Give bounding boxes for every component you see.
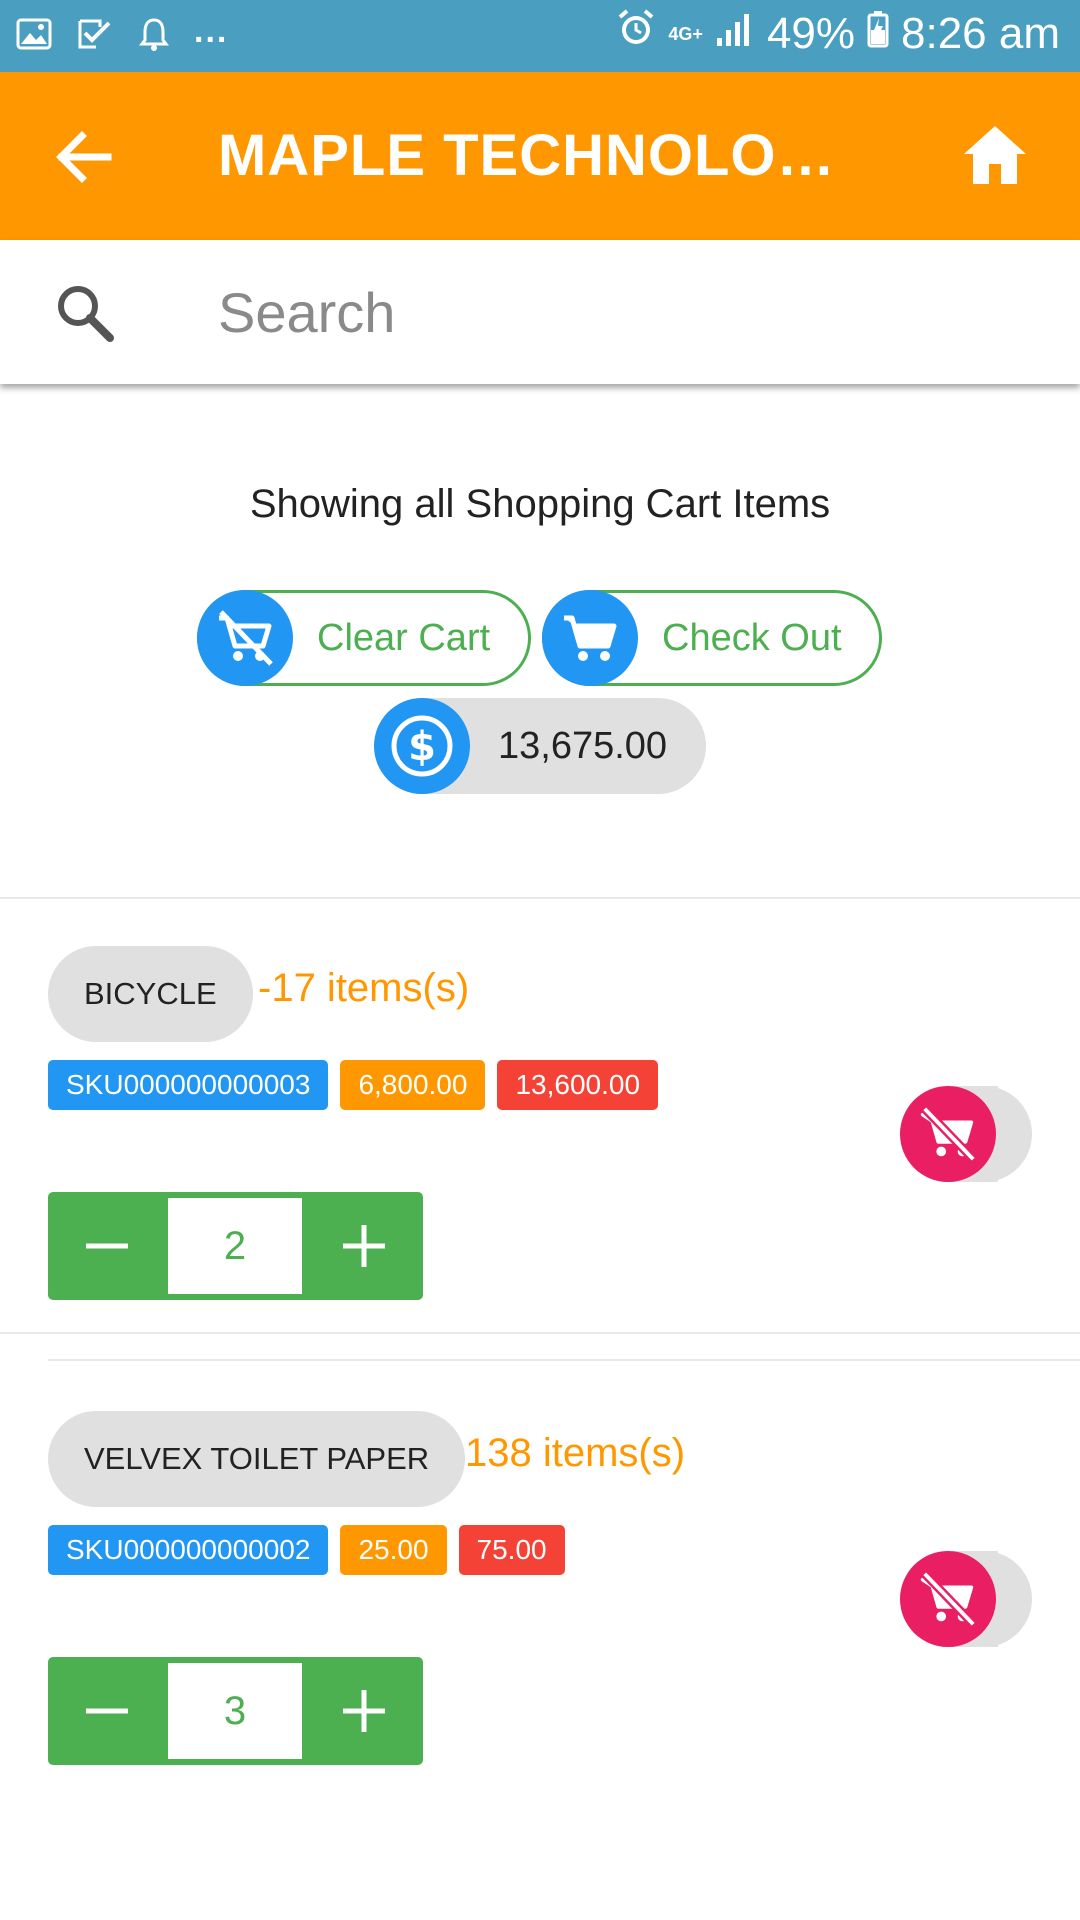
dollar-icon: $ — [374, 698, 470, 794]
check-icon — [74, 14, 114, 54]
svg-text:$: $ — [408, 724, 436, 770]
status-right: 4G+ 49% 8:26 am — [616, 8, 1060, 59]
remove-cart-icon — [900, 1551, 996, 1647]
alarm-icon — [616, 8, 656, 59]
signal-icon — [715, 9, 755, 59]
increment-button[interactable] — [305, 1657, 423, 1765]
remove-item-toggle[interactable] — [900, 1551, 1032, 1647]
network-type: 4G+ — [668, 23, 703, 44]
price-badge: 6,800.00 — [340, 1060, 486, 1110]
clear-cart-button[interactable]: Clear Cart — [197, 590, 531, 686]
quantity-value[interactable]: 3 — [168, 1663, 302, 1759]
clear-cart-label: Clear Cart — [317, 616, 491, 659]
page-title: MAPLE TECHNOLOGIES — [218, 123, 838, 188]
line-total-badge: 13,600.00 — [497, 1060, 659, 1110]
remove-item-toggle[interactable] — [900, 1086, 1032, 1182]
more-notifications: ... — [194, 11, 229, 50]
item-name-chip[interactable]: BICYCLE — [48, 946, 253, 1042]
divider — [0, 1332, 1080, 1334]
sku-badge: SKU000000000003 — [48, 1060, 329, 1110]
item-badges: SKU000000000003 6,800.00 13,600.00 — [48, 1060, 659, 1110]
cart-icon — [542, 590, 638, 686]
search-input[interactable] — [218, 270, 1038, 354]
battery-level: 49% — [766, 8, 856, 58]
check-out-label: Check Out — [662, 616, 842, 659]
search-bar — [0, 240, 1080, 384]
remove-cart-icon — [900, 1086, 996, 1182]
bell-icon — [134, 14, 174, 54]
increment-button[interactable] — [305, 1192, 423, 1300]
quantity-stepper: 2 — [48, 1192, 423, 1300]
line-total-badge: 75.00 — [458, 1525, 565, 1575]
status-bar: ... 4G+ 49% 8:26 am — [0, 0, 1080, 72]
cart-total-chip: $ 13,675.00 — [374, 698, 706, 794]
clock: 8:26 am — [901, 8, 1060, 58]
home-icon[interactable] — [958, 118, 1032, 192]
cart-item: BICYCLE -17 items(s) SKU000000000003 6,8… — [0, 946, 1080, 1326]
app-bar: MAPLE TECHNOLOGIES — [0, 72, 1080, 240]
decrement-button[interactable] — [48, 1657, 166, 1765]
item-count: -17 items(s) — [258, 966, 470, 1010]
price-badge: 25.00 — [340, 1525, 447, 1575]
cart-total-value: 13,675.00 — [498, 724, 668, 767]
cart-heading: Showing all Shopping Cart Items — [249, 482, 831, 526]
check-out-button[interactable]: Check Out — [542, 590, 882, 686]
decrement-button[interactable] — [48, 1192, 166, 1300]
quantity-stepper: 3 — [48, 1657, 423, 1765]
search-icon — [52, 280, 118, 346]
cart-item: VELVEX TOILET PAPER 138 items(s) SKU0000… — [0, 1411, 1080, 1791]
battery-icon — [867, 9, 889, 59]
image-icon — [14, 14, 54, 54]
item-badges: SKU000000000002 25.00 75.00 — [48, 1525, 565, 1575]
divider — [48, 1359, 1080, 1361]
status-left-icons: ... — [14, 11, 229, 54]
remove-cart-icon — [197, 590, 293, 686]
item-name-chip[interactable]: VELVEX TOILET PAPER — [48, 1411, 466, 1507]
divider — [0, 897, 1080, 899]
app-screen: ... 4G+ 49% 8:26 am MAPLE TECHNOLOGIES — [0, 0, 1080, 1920]
quantity-value[interactable]: 2 — [168, 1198, 302, 1294]
item-count: 138 items(s) — [465, 1431, 686, 1475]
arrow-left-icon[interactable] — [48, 122, 118, 192]
sku-badge: SKU000000000002 — [48, 1525, 329, 1575]
